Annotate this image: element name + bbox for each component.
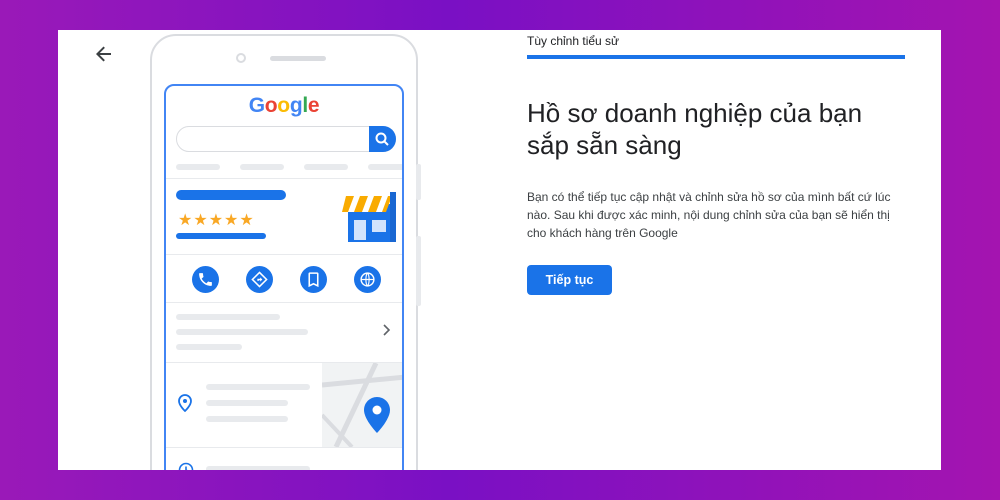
page-title: Hồ sơ doanh nghiệp của bạn sắp sẵn sàng bbox=[527, 98, 863, 160]
continue-button[interactable]: Tiếp tục bbox=[527, 265, 612, 295]
placeholder-bar bbox=[206, 416, 288, 422]
divider bbox=[166, 254, 402, 255]
divider bbox=[166, 447, 402, 448]
phone-side-button bbox=[416, 164, 421, 200]
arrow-left-icon bbox=[96, 46, 111, 62]
search-icon bbox=[375, 132, 389, 146]
map-pin-icon bbox=[364, 397, 390, 433]
placeholder-bar bbox=[176, 314, 280, 320]
clock-icon bbox=[178, 462, 194, 470]
search-bar-illustration bbox=[176, 126, 396, 152]
phone-volume-button bbox=[416, 236, 421, 306]
back-button[interactable] bbox=[92, 42, 116, 66]
progress-bar bbox=[527, 55, 905, 59]
divider bbox=[166, 178, 402, 179]
phone-icon bbox=[199, 273, 212, 286]
divider bbox=[166, 302, 402, 303]
map-roads bbox=[322, 363, 402, 447]
search-button-illustration bbox=[369, 126, 396, 152]
globe-icon bbox=[360, 272, 375, 287]
placeholder-bar bbox=[176, 164, 220, 170]
website-action bbox=[354, 266, 381, 293]
placeholder-bar bbox=[368, 164, 402, 170]
placeholder-bar bbox=[206, 400, 288, 406]
save-action bbox=[300, 266, 327, 293]
placeholder-bar bbox=[304, 164, 348, 170]
phone-camera bbox=[236, 53, 246, 63]
placeholder-bar bbox=[206, 384, 310, 390]
phone-speaker bbox=[270, 56, 326, 61]
location-pin-icon bbox=[178, 394, 192, 412]
progress-step-label: Tùy chỉnh tiểu sử bbox=[527, 34, 620, 48]
phone-screen: Google ★★★★★ bbox=[164, 84, 404, 470]
placeholder-bar bbox=[176, 344, 242, 350]
phone-action bbox=[192, 266, 219, 293]
phone-illustration: Google ★★★★★ bbox=[150, 34, 421, 470]
storefront-icon bbox=[342, 192, 396, 242]
business-info-placeholder bbox=[176, 233, 266, 239]
bookmark-icon bbox=[308, 272, 319, 288]
rating-stars: ★★★★★ bbox=[178, 212, 255, 229]
business-name-placeholder bbox=[176, 190, 286, 200]
main-panel: Google ★★★★★ Tùy chỉnh tiểu sử Hồ sơ doa… bbox=[58, 30, 941, 470]
placeholder-bar bbox=[206, 466, 310, 470]
placeholder-bar bbox=[240, 164, 284, 170]
google-logo: Google bbox=[248, 94, 320, 117]
progress-bar-fill bbox=[527, 55, 905, 59]
chevron-right-icon bbox=[383, 324, 391, 336]
directions-action bbox=[246, 266, 273, 293]
page-description: Bạn có thể tiếp tục cập nhật và chỉnh sử… bbox=[527, 190, 891, 240]
placeholder-bar bbox=[176, 329, 308, 335]
directions-icon bbox=[251, 271, 268, 288]
map-thumbnail bbox=[322, 363, 402, 447]
